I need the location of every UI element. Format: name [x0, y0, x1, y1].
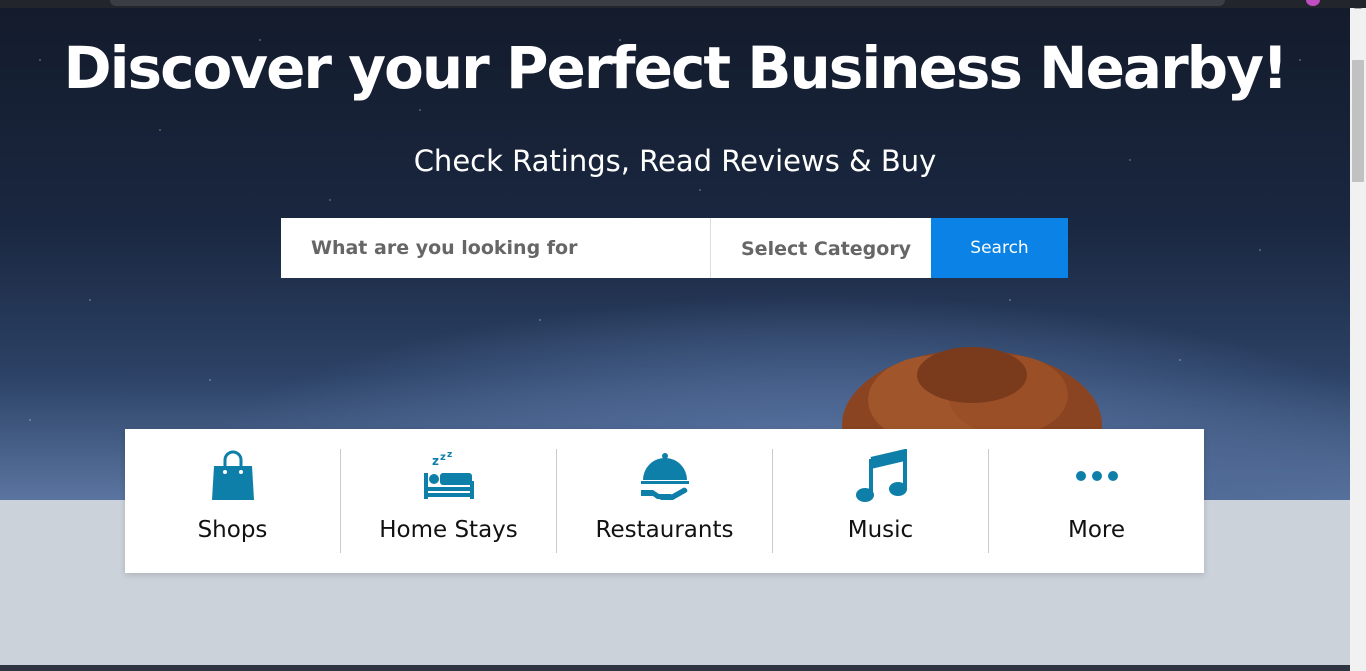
shopping-bag-icon [203, 449, 263, 503]
category-label: More [1067, 517, 1126, 543]
svg-text:z: z [440, 452, 446, 463]
category-restaurants[interactable]: Restaurants [557, 449, 773, 553]
category-label: Home Stays [379, 517, 518, 543]
category-music[interactable]: Music [773, 449, 989, 553]
category-label: Shops [197, 517, 268, 543]
music-note-icon [851, 449, 911, 503]
category-shops[interactable]: Shops [125, 449, 341, 553]
search-bar: Select Category Search [281, 218, 1068, 278]
taskbar-edge [0, 665, 1350, 671]
page-subtitle: Check Ratings, Read Reviews & Buy [413, 144, 937, 178]
category-bar: Shops z z z Home Stays Restaurants Music… [125, 429, 1204, 573]
page-title: Discover your Perfect Business Nearby! [63, 34, 1289, 102]
address-bar-edge [110, 0, 1225, 6]
svg-text:z: z [432, 454, 439, 468]
serving-cloche-icon [635, 449, 695, 503]
category-label: Restaurants [595, 517, 734, 543]
search-input[interactable] [281, 218, 711, 278]
hero-banner: Discover your Perfect Business Nearby! C… [0, 0, 1350, 500]
category-home-stays[interactable]: z z z Home Stays [341, 449, 557, 553]
category-label: Music [847, 517, 914, 543]
bed-sleep-icon: z z z [419, 449, 479, 503]
svg-text:z: z [447, 451, 452, 460]
profile-avatar[interactable] [1306, 0, 1320, 6]
scrollbar-thumb[interactable] [1352, 60, 1364, 182]
browser-top-strip [0, 0, 1366, 8]
category-select[interactable]: Select Category [711, 218, 931, 278]
vertical-scrollbar[interactable] [1350, 0, 1366, 671]
ellipsis-icon [1067, 449, 1127, 503]
category-more[interactable]: More [989, 449, 1204, 553]
search-button[interactable]: Search [931, 218, 1068, 278]
